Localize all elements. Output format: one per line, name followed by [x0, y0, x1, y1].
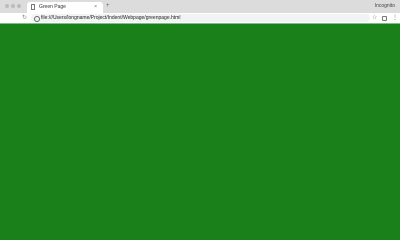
reload-icon[interactable]: ↻: [22, 14, 27, 23]
menu-icon[interactable]: ⋮: [392, 14, 398, 23]
toolbar: ↻ file:///Users/longname/Project/Indent/…: [0, 13, 400, 24]
new-tab-button[interactable]: +: [106, 2, 110, 11]
info-icon[interactable]: [34, 15, 40, 22]
extensions-icon[interactable]: [382, 16, 387, 21]
document-icon: [31, 4, 35, 10]
page-content: [0, 24, 400, 222]
address-bar[interactable]: file:///Users/longname/Project/Indent/We…: [31, 14, 370, 22]
tab-strip: Green Page × + Incognito: [0, 0, 400, 13]
profile-label[interactable]: Incognito: [375, 1, 395, 12]
browser-window: Green Page × + Incognito ↻ file:///Users…: [0, 0, 400, 222]
window-minimize-button[interactable]: [11, 4, 15, 8]
tab-title: Green Page: [39, 4, 66, 10]
window-maximize-button[interactable]: [17, 4, 21, 8]
window-close-button[interactable]: [5, 4, 9, 8]
tab-green-page[interactable]: Green Page ×: [27, 2, 103, 13]
bookmark-star-icon[interactable]: ☆: [372, 14, 377, 23]
close-icon[interactable]: ×: [94, 3, 97, 12]
url-text[interactable]: file:///Users/longname/Project/Indent/We…: [41, 14, 180, 22]
